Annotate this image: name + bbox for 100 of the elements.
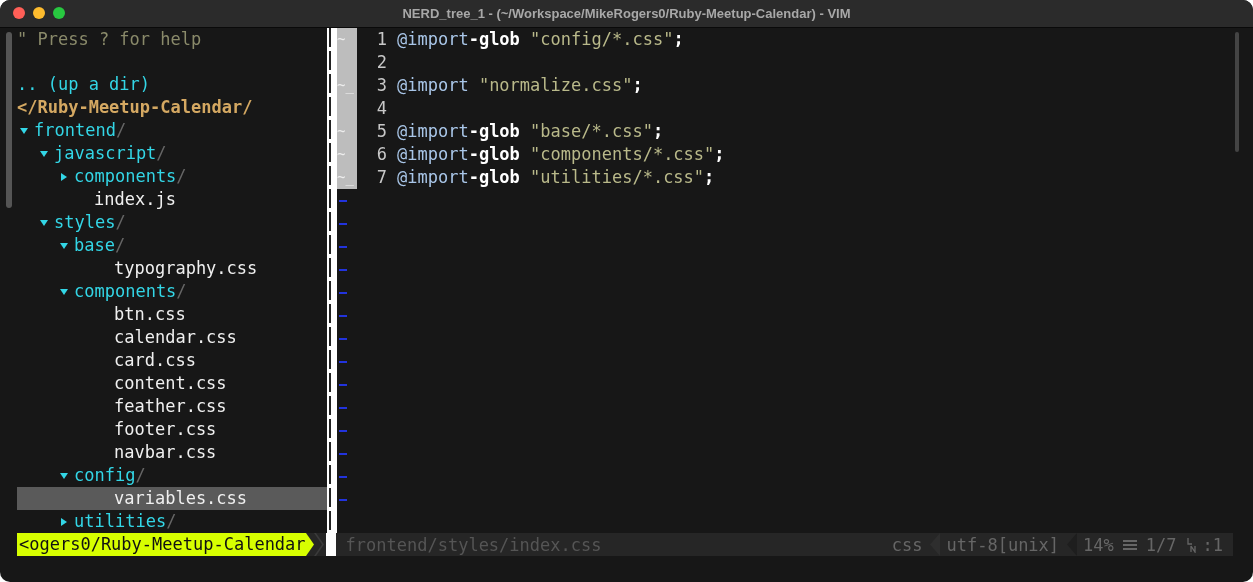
tree-file-row[interactable]: typography.css xyxy=(17,257,327,280)
tree-folder-row[interactable]: components/ xyxy=(17,280,327,303)
end-of-buffer-mark xyxy=(339,268,347,271)
path-slash: / xyxy=(176,280,187,303)
code-token: -glob xyxy=(468,166,520,189)
end-of-buffer-mark xyxy=(339,383,347,386)
path-slash: / xyxy=(114,234,126,257)
file-name: feather.css xyxy=(114,395,227,418)
caret-down-icon xyxy=(60,241,68,250)
tree-file-row[interactable]: index.js xyxy=(17,188,327,211)
tree-folder-row[interactable]: base/ xyxy=(17,234,327,257)
path-slash: / xyxy=(115,211,126,234)
end-of-buffer-mark xyxy=(339,245,347,248)
scrollbar-thumb[interactable] xyxy=(1235,32,1239,152)
caret-down-icon xyxy=(40,149,48,158)
caret-down-icon xyxy=(40,218,48,227)
folder-name: base xyxy=(74,234,115,257)
end-of-buffer-mark xyxy=(339,222,347,225)
code-token: "normalize.css" xyxy=(477,74,633,97)
code-token: -glob xyxy=(468,28,520,51)
code-token: ; xyxy=(632,74,643,97)
path-slash: / xyxy=(115,119,127,142)
tree-folder-row[interactable]: config/ xyxy=(17,464,327,487)
tree-file-row[interactable]: content.css xyxy=(17,372,327,395)
tree-folder-row[interactable]: javascript/ xyxy=(17,142,327,165)
line-number: 1 xyxy=(375,28,387,51)
line-number: 3 xyxy=(375,74,387,97)
caret-down-icon xyxy=(60,471,68,480)
file-name: navbar.css xyxy=(114,441,217,464)
caret-right-icon xyxy=(60,172,68,181)
root-path: </Ruby-Meetup-Calendar/ xyxy=(17,96,253,119)
code-token: @import xyxy=(397,120,469,143)
code-token: -glob xyxy=(468,143,520,166)
file-name: typography.css xyxy=(114,257,258,280)
scroll-percent: 14% xyxy=(1083,534,1114,555)
tree-file-row[interactable]: variables.css xyxy=(17,487,327,510)
tree-folder-row[interactable]: frontend/ xyxy=(17,119,327,142)
caret-down-icon xyxy=(20,126,28,135)
tree-folder-row[interactable]: utilities/ xyxy=(17,510,327,533)
file-name: btn.css xyxy=(114,303,186,326)
line-number: 6 xyxy=(375,143,387,166)
minimize-icon[interactable] xyxy=(33,7,45,19)
end-of-buffer-mark xyxy=(339,452,347,455)
line-number: 2 xyxy=(375,51,387,74)
folder-name: config xyxy=(74,464,136,487)
line-position: 1/7 xyxy=(1145,534,1177,555)
column-position: :1 xyxy=(1202,534,1223,555)
tree-file-row[interactable]: navbar.css xyxy=(17,441,327,464)
end-of-buffer-mark xyxy=(339,291,347,294)
help-hint: " Press ? for help xyxy=(17,28,203,51)
code-token: "config/*.css" xyxy=(529,28,674,51)
file-name: calendar.css xyxy=(114,326,237,349)
code-token: @import xyxy=(397,166,469,189)
sign-column: ~_ xyxy=(337,166,357,189)
maximize-icon[interactable] xyxy=(53,7,65,19)
chevron-icon xyxy=(305,533,326,556)
folder-name: frontend xyxy=(34,119,116,142)
close-icon[interactable] xyxy=(13,7,25,19)
tree-file-row[interactable]: footer.css xyxy=(17,418,327,441)
tree-folder-row[interactable]: styles/ xyxy=(17,211,327,234)
code-token: @import xyxy=(397,74,469,97)
tree-file-row[interactable]: calendar.css xyxy=(17,326,327,349)
path-slash: / xyxy=(166,510,177,533)
tree-file-row[interactable]: feather.css xyxy=(17,395,327,418)
window-title: NERD_tree_1 - (~/Workspace/MikeRogers0/Ruby-Meetup-Calendar) - VIM xyxy=(401,6,852,21)
end-of-buffer-mark xyxy=(339,314,347,317)
tree-folder-row[interactable]: components/ xyxy=(17,165,327,188)
code-token: ; xyxy=(652,120,664,143)
file-name: footer.css xyxy=(114,418,217,441)
scrollbar-thumb[interactable] xyxy=(5,32,12,208)
tree-file-row[interactable]: btn.css xyxy=(17,303,327,326)
file-name: index.js xyxy=(94,188,176,211)
code-token: -glob xyxy=(468,120,520,143)
sign-column: ~ xyxy=(337,120,357,143)
file-name: card.css xyxy=(114,349,196,372)
code-token: ; xyxy=(704,166,715,189)
file-name: content.css xyxy=(114,372,227,395)
encoding: utf-8[unix] xyxy=(946,534,1060,555)
code-token: "base/*.css" xyxy=(529,120,653,143)
caret-down-icon xyxy=(60,287,68,296)
folder-name: components xyxy=(74,280,177,303)
path-slash: / xyxy=(176,165,187,188)
path-slash: / xyxy=(135,464,146,487)
file-name: variables.css xyxy=(114,487,248,510)
folder-name: styles xyxy=(54,211,116,234)
sign-column: ~_ xyxy=(337,74,357,97)
end-of-buffer-mark xyxy=(339,475,347,478)
end-of-buffer-mark xyxy=(339,406,347,409)
code-token: "components/*.css" xyxy=(529,143,715,166)
filetype: css xyxy=(891,534,923,555)
end-of-buffer-mark xyxy=(339,199,347,202)
line-number: 7 xyxy=(375,166,387,189)
folder-name: components xyxy=(74,165,177,188)
folder-name: utilities xyxy=(74,510,167,533)
sign-column: ~ xyxy=(337,143,357,166)
sign-column: ~ xyxy=(337,28,357,51)
tree-file-row[interactable]: card.css xyxy=(17,349,327,372)
up-dir-link[interactable]: .. (up a dir) xyxy=(17,73,151,96)
line-number: 4 xyxy=(375,97,387,120)
line-number: 5 xyxy=(375,120,387,143)
